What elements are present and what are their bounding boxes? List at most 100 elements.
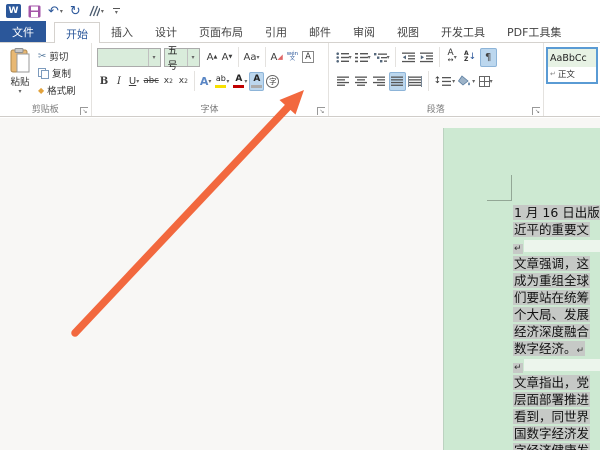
underline-icon: U [129, 76, 136, 87]
tab-pdf-tools[interactable]: PDF工具集 [496, 21, 572, 42]
document-text[interactable]: 1 月 16 日出版 近平的重要文 ↵ 文章强调，这 成为重组全球 们要站在统筹… [513, 204, 600, 450]
text-line[interactable]: 1 月 16 日出版 [513, 204, 600, 221]
text-line[interactable]: 层面部署推进 [513, 391, 600, 408]
decrease-indent-button[interactable] [400, 48, 417, 67]
text-line[interactable]: 们要站在统筹 [513, 289, 600, 306]
align-center-button[interactable] [353, 72, 370, 91]
text-effects-button[interactable]: A ▾ [198, 72, 214, 91]
tab-developer[interactable]: 开发工具 [430, 21, 496, 42]
text-line[interactable]: ↵ [513, 238, 600, 255]
text-line[interactable]: 国数字经济发 [513, 425, 600, 442]
clipboard-dialog-launcher[interactable]: ↘ [80, 107, 88, 115]
text-line[interactable]: 近平的重要文 [513, 221, 600, 238]
paragraph-dialog-launcher[interactable]: ↘ [532, 107, 540, 115]
text-line[interactable]: 经济深度融合 [513, 323, 600, 340]
paste-button[interactable]: 粘贴 ▾ [2, 45, 38, 103]
change-case-button[interactable]: Aa▾ [242, 48, 262, 67]
italic-button[interactable]: I [112, 72, 127, 91]
text-line[interactable]: 文章强调，这 [513, 255, 600, 272]
font-name-dropdown-icon[interactable]: ▾ [153, 54, 156, 61]
align-left-button[interactable] [335, 72, 352, 91]
highlight-dropdown-icon[interactable]: ▾ [226, 78, 229, 85]
line-spacing-button[interactable]: ↕ ▾ [433, 72, 457, 91]
tab-references[interactable]: 引用 [254, 21, 298, 42]
text-line[interactable]: 个大局、发展 [513, 306, 600, 323]
align-right-button[interactable] [371, 72, 388, 91]
character-border-button[interactable]: A [300, 48, 316, 67]
undo-dropdown-icon[interactable]: ▾ [60, 8, 63, 15]
underline-button[interactable]: U ▾ [127, 72, 142, 91]
tab-home[interactable]: 开始 [54, 22, 100, 43]
grow-font-button[interactable]: A▲ [205, 48, 220, 67]
clipboard-group: 粘贴 ▾ ✂ 剪切 复制 ◆ 格式刷 [0, 43, 92, 116]
tab-insert[interactable]: 插入 [100, 21, 144, 42]
underline-dropdown-icon[interactable]: ▾ [136, 78, 139, 85]
multilevel-list-button[interactable]: ▾ [373, 48, 391, 67]
increase-indent-button[interactable] [418, 48, 435, 67]
bold-button[interactable]: B [97, 72, 112, 91]
document-area[interactable]: 1 月 16 日出版 近平的重要文 ↵ 文章强调，这 成为重组全球 们要站在统筹… [0, 118, 600, 450]
cut-button[interactable]: ✂ 剪切 [38, 49, 76, 63]
numbering-button[interactable]: ▾ [354, 48, 372, 67]
subscript-button[interactable]: x2 [161, 72, 176, 91]
quick-access-toolbar: W ↶ ▾ ↻ ▾ ▾ [0, 0, 600, 22]
borders-dropdown-icon[interactable]: ▾ [490, 78, 493, 85]
save-icon [28, 5, 41, 18]
font-color-dropdown-icon[interactable]: ▾ [244, 78, 247, 85]
tab-page-layout[interactable]: 页面布局 [188, 21, 254, 42]
asian-layout-dropdown-icon[interactable]: ▾ [454, 54, 457, 61]
ink-dropdown-icon[interactable]: ▾ [101, 8, 104, 15]
clear-formatting-button[interactable]: A◢ [269, 48, 285, 67]
superscript-button[interactable]: x2 [176, 72, 191, 91]
shrink-font-button[interactable]: A▼ [220, 48, 235, 67]
tab-review[interactable]: 审阅 [342, 21, 386, 42]
save-button[interactable] [28, 5, 41, 18]
text-line[interactable]: ↵ [513, 357, 600, 374]
multilevel-dropdown-icon[interactable]: ▾ [387, 54, 390, 61]
font-name-combo[interactable]: ▾ [97, 48, 161, 67]
text-line[interactable]: 字经济健康发 [513, 442, 600, 450]
bullets-dropdown-icon[interactable]: ▾ [349, 54, 352, 61]
tab-view[interactable]: 视图 [386, 21, 430, 42]
shading-dropdown-icon[interactable]: ▾ [472, 78, 475, 85]
font-color-button[interactable]: A ▾ [231, 72, 249, 91]
strikethrough-button[interactable]: abc [142, 72, 161, 91]
text-line[interactable]: 成为重组全球 [513, 272, 600, 289]
character-shading-button[interactable]: A [249, 72, 264, 91]
pilcrow-icon: ¶ [485, 52, 491, 63]
justify-button[interactable] [389, 72, 406, 91]
format-painter-button[interactable]: ◆ 格式刷 [38, 83, 76, 97]
text-line[interactable]: 数字经济。↵ [513, 340, 600, 357]
paragraph-group: ▾ ▾ ▾ [329, 43, 544, 116]
bullets-button[interactable]: ▾ [335, 48, 353, 67]
undo-button[interactable]: ↶ ▾ [48, 4, 63, 19]
ink-button[interactable]: ▾ [88, 5, 104, 17]
copy-button[interactable]: 复制 [38, 66, 76, 80]
asian-layout-button[interactable]: A ↔ ▾ [444, 48, 461, 67]
text-highlight-button[interactable]: ab ▾ [213, 72, 231, 91]
text-line[interactable]: 看到，同世界 [513, 408, 600, 425]
case-dropdown-icon[interactable]: ▾ [257, 54, 260, 61]
customize-qat-button[interactable]: ▾ [113, 8, 120, 15]
phonetic-guide-button[interactable]: wén 文 [285, 48, 300, 67]
tab-mailings[interactable]: 邮件 [298, 21, 342, 42]
text-line[interactable]: 文章指出，党 [513, 374, 600, 391]
shading-button[interactable]: ▾ [457, 72, 476, 91]
distribute-button[interactable] [407, 72, 424, 91]
text-effects-dropdown-icon[interactable]: ▾ [208, 78, 211, 85]
font-size-combo[interactable]: 五号 ▾ [164, 48, 200, 67]
font-size-dropdown-icon[interactable]: ▾ [192, 54, 195, 61]
enclose-characters-button[interactable]: 字 [264, 72, 281, 91]
tab-design[interactable]: 设计 [144, 21, 188, 42]
tab-file[interactable]: 文件 [0, 21, 46, 42]
document-page[interactable]: 1 月 16 日出版 近平的重要文 ↵ 文章强调，这 成为重组全球 们要站在统筹… [443, 128, 600, 450]
style-normal-item[interactable]: AaBbCc ↵ 正文 [546, 47, 598, 84]
font-dialog-launcher[interactable]: ↘ [317, 107, 325, 115]
borders-button[interactable]: ▾ [477, 72, 494, 91]
numbering-dropdown-icon[interactable]: ▾ [368, 54, 371, 61]
sort-button[interactable]: A Z ↓ [462, 48, 479, 67]
paste-dropdown-icon[interactable]: ▾ [18, 88, 21, 95]
redo-button[interactable]: ↻ [70, 4, 81, 19]
line-spacing-dropdown-icon[interactable]: ▾ [452, 78, 455, 85]
show-hide-marks-button[interactable]: ¶ [480, 48, 497, 67]
